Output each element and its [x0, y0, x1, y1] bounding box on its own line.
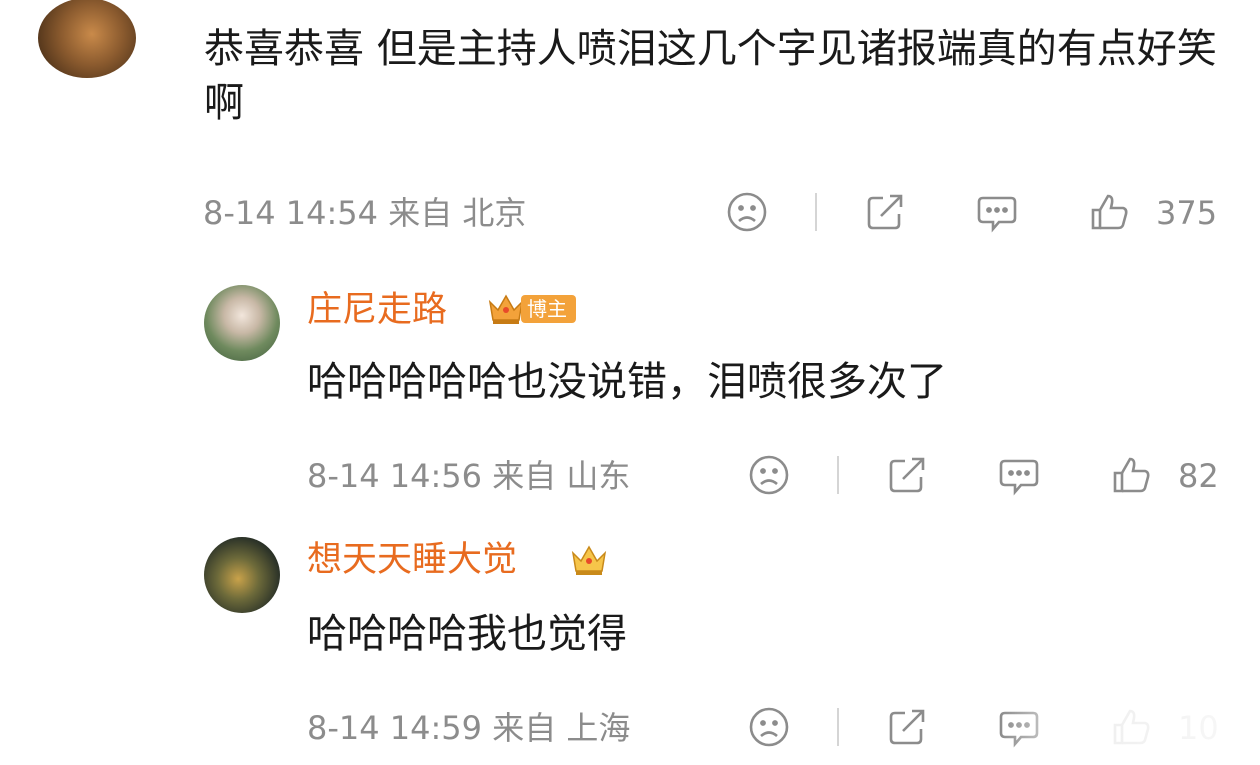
reply-meta: 8-14 14:56 来自 山东: [307, 457, 631, 495]
thumbs-up-icon[interactable]: [1086, 189, 1132, 235]
crown-icon: [571, 545, 607, 575]
blogger-badge: 博主: [487, 292, 576, 326]
avatar[interactable]: [204, 285, 280, 361]
comment-text: 恭喜恭喜 但是主持人喷泪这几个字见诸报端真的有点好笑啊: [204, 26, 1217, 126]
username[interactable]: 想天天睡大觉: [307, 540, 517, 580]
like-count: 375: [1156, 194, 1218, 232]
thumbs-up-icon[interactable]: [1108, 452, 1154, 498]
reply-text: 哈哈哈哈我也觉得: [307, 611, 627, 657]
share-icon[interactable]: [862, 189, 908, 235]
watermark-overlay: [1000, 700, 1260, 765]
divider: [815, 193, 817, 231]
comment-icon[interactable]: [996, 452, 1042, 498]
reply-meta: 8-14 14:59 来自 上海: [307, 709, 631, 747]
divider: [837, 456, 839, 494]
avatar[interactable]: [38, 0, 136, 78]
badge-label: 博主: [521, 295, 576, 323]
member-badge: [570, 543, 608, 577]
reply-text: 哈哈哈哈哈也没说错，泪喷很多次了: [307, 359, 947, 405]
sad-face-icon[interactable]: [746, 452, 792, 498]
comment-icon[interactable]: [974, 189, 1020, 235]
crown-icon: [488, 294, 524, 324]
share-icon[interactable]: [884, 452, 930, 498]
share-icon[interactable]: [884, 704, 930, 750]
comment-meta: 8-14 14:54 来自 北京: [203, 194, 527, 232]
avatar[interactable]: [204, 537, 280, 613]
username[interactable]: 庄尼走路: [307, 290, 447, 330]
divider: [837, 708, 839, 746]
sad-face-icon[interactable]: [746, 704, 792, 750]
sad-face-icon[interactable]: [724, 189, 770, 235]
like-count: 82: [1178, 457, 1219, 495]
